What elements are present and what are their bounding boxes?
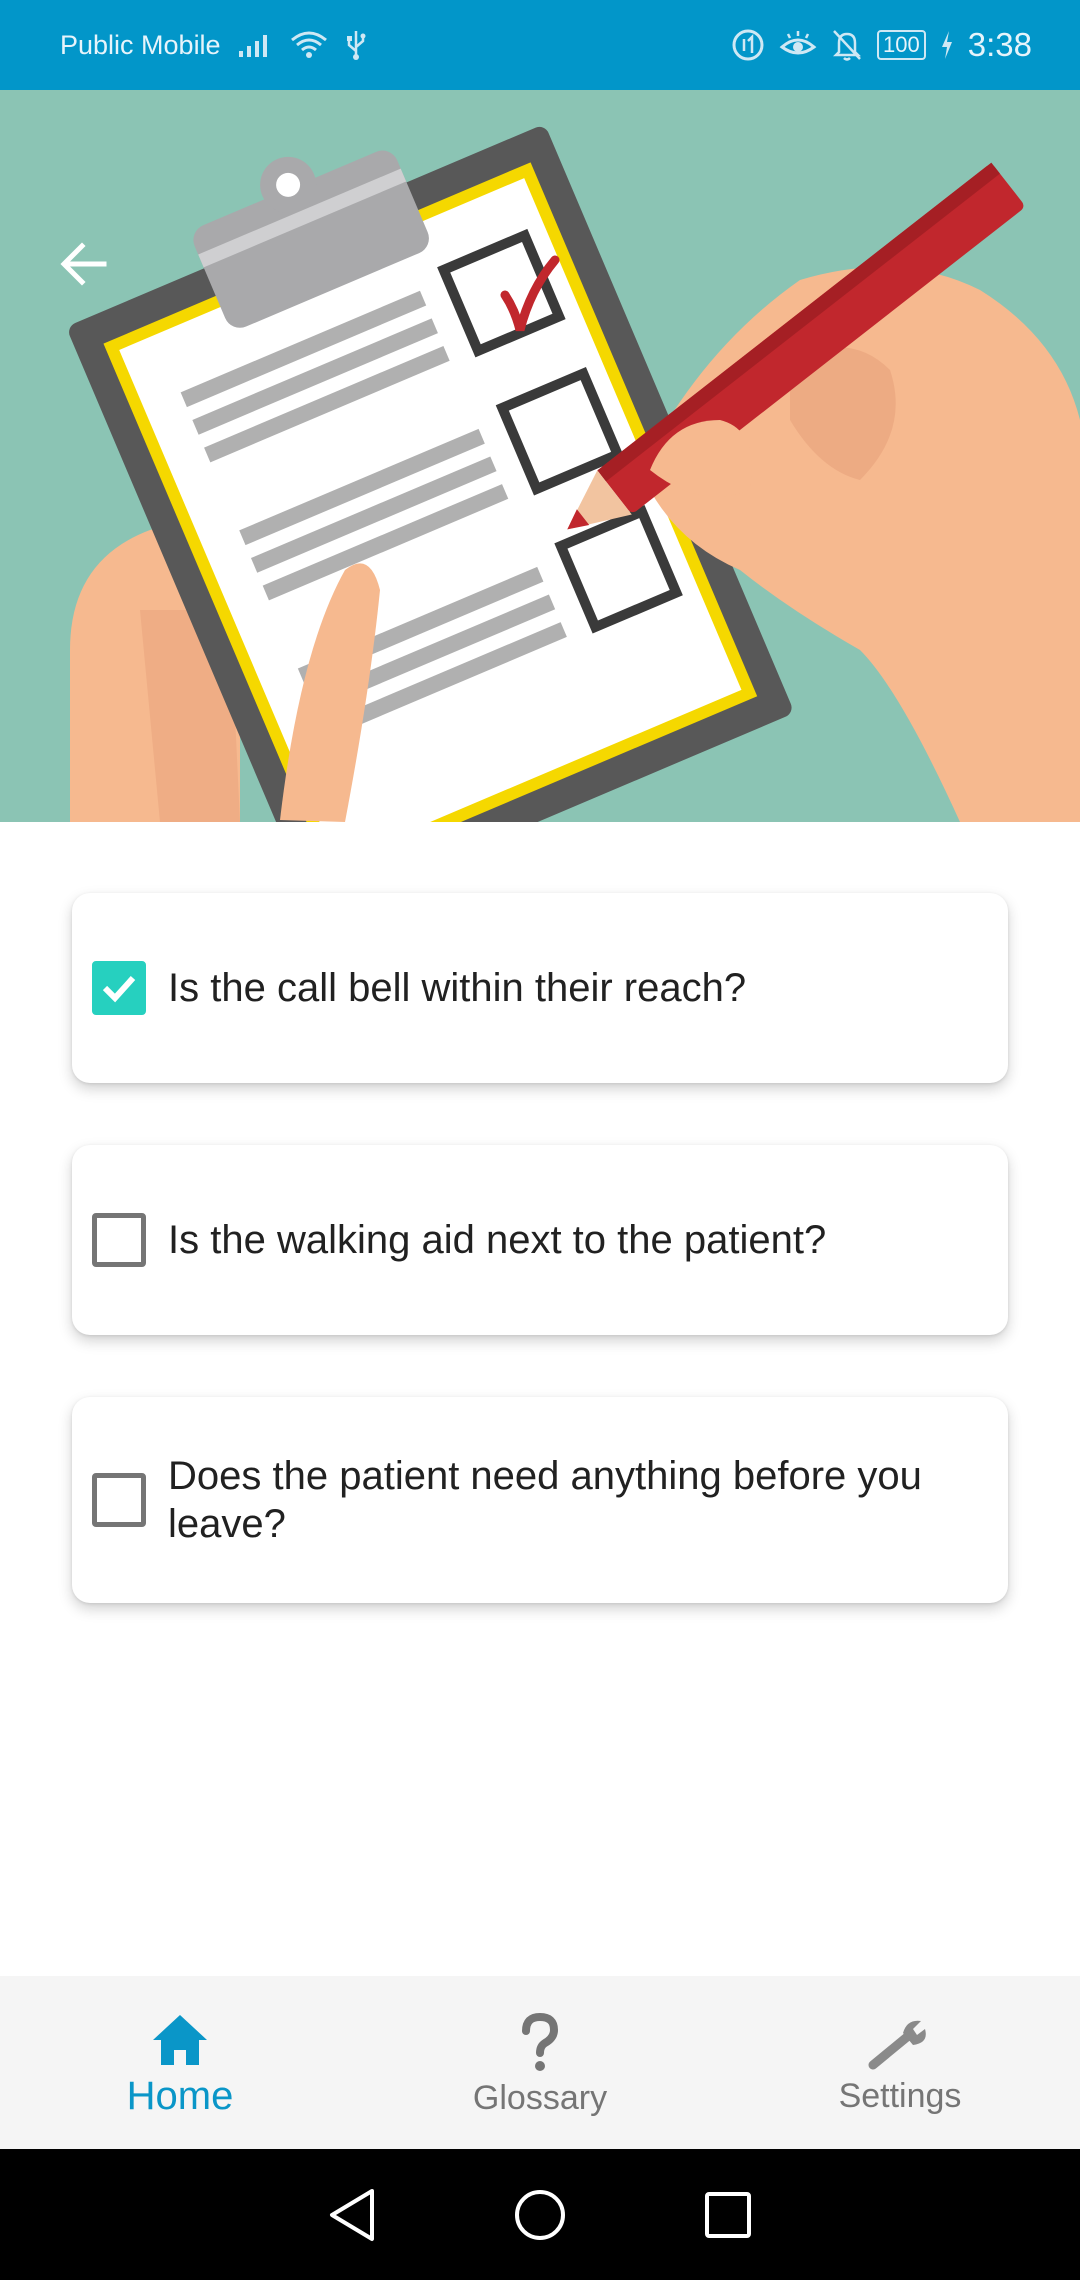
system-navigation-bar	[0, 2149, 1080, 2280]
status-left: Public Mobile	[60, 29, 367, 61]
battery-level: 100	[883, 32, 920, 57]
checkmark-icon	[102, 975, 136, 1003]
wrench-icon	[868, 2020, 926, 2070]
status-bar: Public Mobile 100 3:38	[0, 0, 1080, 90]
battery-icon: 100	[877, 30, 926, 60]
checklist-item-label: Is the call bell within their reach?	[168, 966, 747, 1010]
signal-icon	[237, 31, 273, 59]
back-button[interactable]	[46, 226, 122, 302]
question-mark-icon	[522, 2013, 559, 2071]
checklist-item-label: Is the walking aid next to the patient?	[168, 1218, 827, 1262]
nav-settings-label: Settings	[838, 2077, 962, 2115]
bell-off-icon	[831, 28, 863, 62]
checklist-item[interactable]: Is the walking aid next to the patient?	[72, 1145, 1008, 1335]
checkbox-checked[interactable]	[92, 961, 146, 1015]
checkbox-unchecked[interactable]	[92, 1213, 146, 1267]
status-right: 100 3:38	[731, 26, 1032, 64]
arrow-left-icon	[60, 242, 107, 286]
system-back-button[interactable]	[320, 2183, 384, 2247]
triangle-back-icon	[330, 2188, 374, 2241]
eye-comfort-icon	[779, 28, 817, 62]
clipboard-checklist-illustration	[0, 90, 1080, 822]
nav-home-label: Home	[126, 2074, 234, 2118]
checkbox-unchecked[interactable]	[92, 1473, 146, 1527]
data-saver-icon	[731, 28, 765, 62]
wifi-icon	[289, 30, 329, 60]
charging-icon	[940, 30, 954, 60]
home-icon	[153, 2015, 207, 2065]
nav-glossary-label: Glossary	[472, 2079, 608, 2117]
circle-home-icon	[515, 2189, 565, 2240]
checklist-item[interactable]: Is the call bell within their reach?	[72, 893, 1008, 1083]
system-recents-button[interactable]	[696, 2183, 760, 2247]
bottom-navigation: Home Glossary Settings	[0, 1976, 1080, 2149]
carrier-name: Public Mobile	[60, 29, 221, 60]
usb-icon	[345, 29, 367, 61]
checklist-item[interactable]: Does the patient need anything before yo…	[72, 1397, 1008, 1603]
clock: 3:38	[967, 26, 1032, 63]
system-home-button[interactable]	[508, 2183, 572, 2247]
nav-home[interactable]: Home	[0, 1976, 360, 2149]
nav-settings[interactable]: Settings	[720, 1976, 1080, 2149]
nav-glossary[interactable]: Glossary	[360, 1976, 720, 2149]
checklist-item-label: Does the patient need anything before yo…	[168, 1454, 922, 1546]
square-recents-icon	[705, 2191, 751, 2238]
